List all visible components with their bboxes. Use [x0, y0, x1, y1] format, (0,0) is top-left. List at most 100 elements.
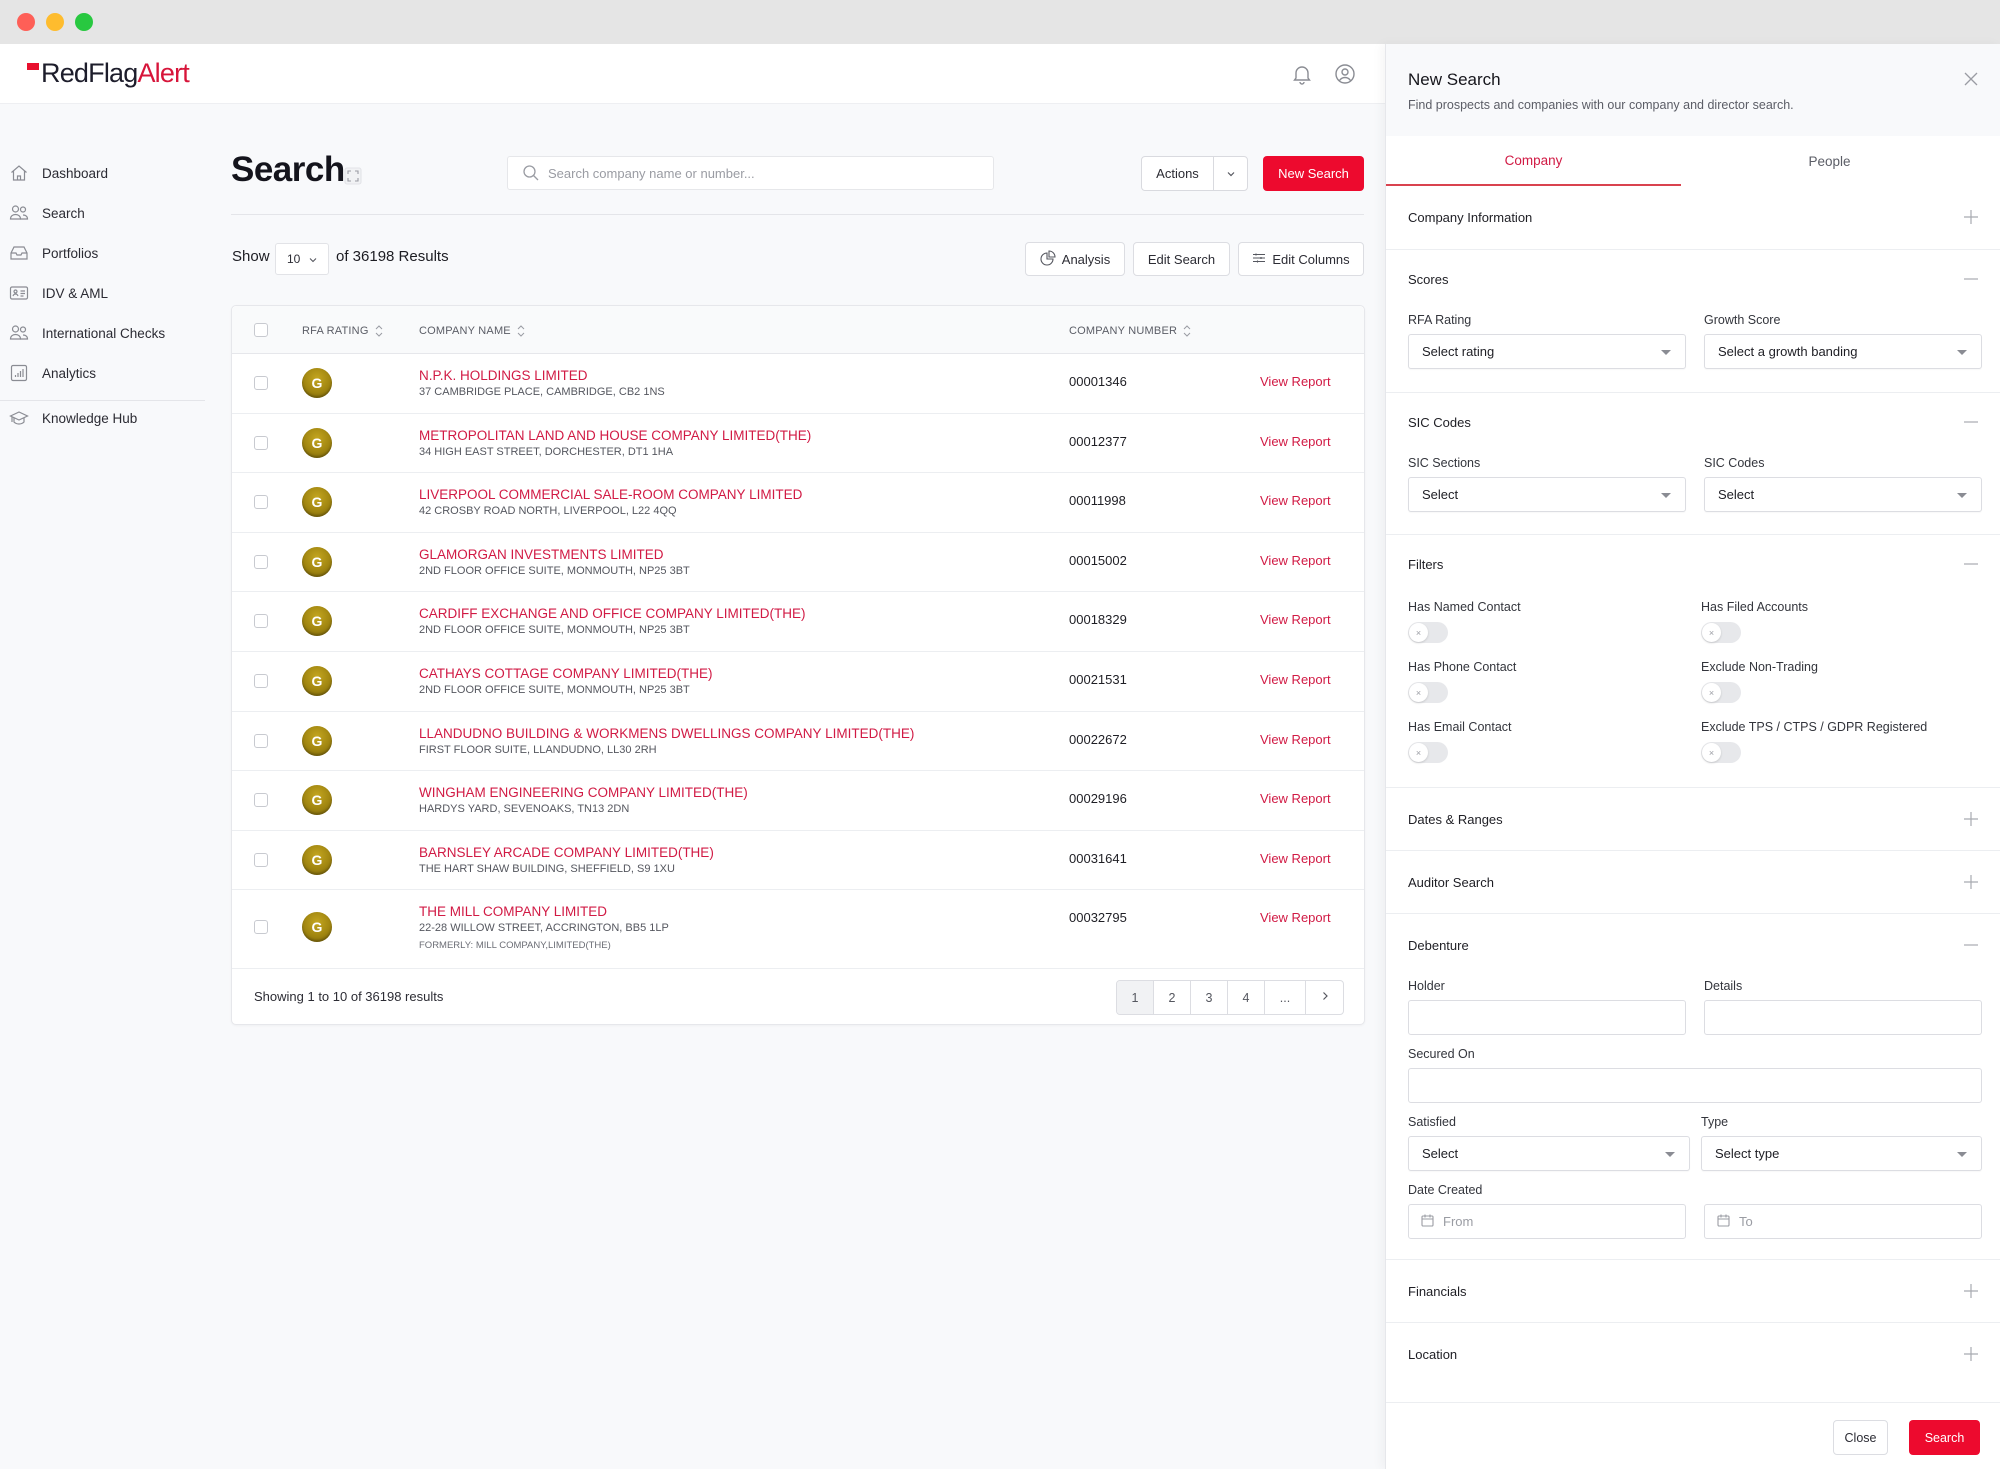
- company-search-input[interactable]: [548, 165, 968, 181]
- logo[interactable]: RedFlag Alert: [27, 58, 190, 89]
- view-report-link[interactable]: View Report: [1260, 851, 1331, 866]
- plus-icon[interactable]: [1964, 1347, 1978, 1361]
- sic-codes-select[interactable]: Select: [1704, 477, 1982, 512]
- satisfied-select[interactable]: Select: [1408, 1136, 1690, 1171]
- date-from-input[interactable]: From: [1408, 1204, 1686, 1239]
- row-checkbox[interactable]: [254, 376, 268, 390]
- company-name-link[interactable]: GLAMORGAN INVESTMENTS LIMITED: [419, 547, 664, 562]
- column-header-rating[interactable]: RFA RATING: [302, 323, 384, 339]
- rfa-rating-select[interactable]: Select rating: [1408, 334, 1686, 369]
- company-name-link[interactable]: N.P.K. HOLDINGS LIMITED: [419, 368, 588, 383]
- page-ellipsis[interactable]: ...: [1265, 981, 1306, 1014]
- tab-people[interactable]: People: [1681, 136, 1978, 186]
- row-checkbox[interactable]: [254, 614, 268, 629]
- tab-company[interactable]: Company: [1386, 136, 1681, 186]
- plus-icon[interactable]: [1964, 1284, 1978, 1298]
- close-button[interactable]: Close: [1833, 1420, 1888, 1455]
- company-name-link[interactable]: CATHAYS COTTAGE COMPANY LIMITED(THE): [419, 666, 713, 681]
- company-name-link[interactable]: LLANDUDNO BUILDING & WORKMENS DWELLINGS …: [419, 726, 914, 741]
- section-auditor-search[interactable]: Auditor Search: [1386, 851, 2000, 914]
- window-maximize-button[interactable]: [75, 13, 93, 31]
- view-report-link[interactable]: View Report: [1260, 672, 1331, 687]
- minus-icon[interactable]: [1964, 272, 1978, 286]
- filter-toggle[interactable]: ×: [1408, 622, 1448, 643]
- column-header-name[interactable]: COMPANY NAME: [419, 323, 526, 339]
- company-name-link[interactable]: LIVERPOOL COMMERCIAL SALE-ROOM COMPANY L…: [419, 487, 802, 502]
- sidebar-item-international-checks[interactable]: International Checks: [0, 318, 205, 348]
- company-search-field[interactable]: [507, 156, 994, 190]
- date-to-input[interactable]: To: [1704, 1204, 1982, 1239]
- plus-icon[interactable]: [1964, 875, 1978, 889]
- view-report-link[interactable]: View Report: [1260, 434, 1331, 449]
- row-checkbox[interactable]: [254, 495, 268, 510]
- sidebar-item-idv-aml[interactable]: IDV & AML: [0, 278, 205, 308]
- sidebar-item-dashboard[interactable]: Dashboard: [0, 158, 205, 188]
- filter-toggle[interactable]: ×: [1701, 742, 1741, 763]
- new-search-button[interactable]: New Search: [1263, 156, 1364, 191]
- plus-icon[interactable]: [1964, 812, 1978, 826]
- search-button[interactable]: Search: [1909, 1420, 1980, 1455]
- filter-toggle[interactable]: ×: [1701, 622, 1741, 643]
- window-close-button[interactable]: [17, 13, 35, 31]
- view-report-link[interactable]: View Report: [1260, 910, 1331, 925]
- row-checkbox[interactable]: [254, 793, 268, 808]
- minus-icon[interactable]: [1964, 557, 1978, 571]
- section-dates-ranges[interactable]: Dates & Ranges: [1386, 788, 2000, 851]
- row-checkbox[interactable]: [254, 674, 268, 688]
- plus-icon[interactable]: [1964, 210, 1978, 224]
- view-report-link[interactable]: View Report: [1260, 493, 1331, 508]
- filter-toggle[interactable]: ×: [1408, 742, 1448, 763]
- view-report-link[interactable]: View Report: [1260, 612, 1331, 627]
- sidebar-item-knowledge-hub[interactable]: Knowledge Hub: [0, 403, 205, 433]
- page-button[interactable]: 2: [1154, 981, 1191, 1014]
- company-name-link[interactable]: CARDIFF EXCHANGE AND OFFICE COMPANY LIMI…: [419, 606, 806, 621]
- company-name-link[interactable]: WINGHAM ENGINEERING COMPANY LIMITED(THE): [419, 785, 748, 800]
- page-button[interactable]: 4: [1228, 981, 1265, 1014]
- page-size-select[interactable]: 10: [275, 243, 329, 275]
- sidebar-item-search[interactable]: Search: [0, 198, 205, 228]
- row-checkbox[interactable]: [254, 733, 268, 748]
- edit-search-button[interactable]: Edit Search: [1133, 242, 1230, 276]
- minus-icon[interactable]: [1964, 938, 1978, 952]
- section-financials[interactable]: Financials: [1386, 1260, 2000, 1323]
- sic-sections-select[interactable]: Select: [1408, 477, 1686, 512]
- company-name-link[interactable]: THE MILL COMPANY LIMITED: [419, 904, 607, 919]
- edit-columns-button[interactable]: Edit Columns: [1238, 242, 1364, 276]
- holder-input[interactable]: [1408, 1000, 1686, 1035]
- actions-dropdown[interactable]: Actions: [1141, 156, 1248, 191]
- company-name-link[interactable]: BARNSLEY ARCADE COMPANY LIMITED(THE): [419, 845, 714, 860]
- company-name-link[interactable]: METROPOLITAN LAND AND HOUSE COMPANY LIMI…: [419, 428, 811, 443]
- section-company-information[interactable]: Company Information: [1386, 186, 2000, 250]
- page-button[interactable]: 3: [1191, 981, 1228, 1014]
- row-checkbox[interactable]: [254, 852, 268, 867]
- type-select[interactable]: Select type: [1701, 1136, 1982, 1171]
- secured-on-input[interactable]: [1408, 1068, 1982, 1103]
- growth-score-select[interactable]: Select a growth banding: [1704, 334, 1982, 369]
- select-all-checkbox[interactable]: [254, 323, 268, 337]
- view-report-link[interactable]: View Report: [1260, 553, 1331, 568]
- filter-toggle[interactable]: ×: [1408, 682, 1448, 703]
- sidebar-item-analytics[interactable]: Analytics: [0, 358, 205, 388]
- section-location[interactable]: Location: [1386, 1323, 2000, 1403]
- view-report-link[interactable]: View Report: [1260, 791, 1331, 806]
- row-checkbox[interactable]: [254, 554, 268, 569]
- analysis-button[interactable]: Analysis: [1025, 242, 1125, 276]
- sidebar-item-portfolios[interactable]: Portfolios: [0, 238, 205, 268]
- chevron-down-icon[interactable]: [1214, 157, 1247, 190]
- row-checkbox[interactable]: [254, 435, 268, 450]
- expand-icon[interactable]: [344, 167, 362, 185]
- next-page-button[interactable]: [1306, 981, 1343, 1014]
- close-icon[interactable]: [1962, 70, 1980, 88]
- page-button[interactable]: 1: [1117, 981, 1154, 1014]
- view-report-link[interactable]: View Report: [1260, 374, 1331, 389]
- bell-icon[interactable]: [1290, 62, 1314, 86]
- filter-toggle[interactable]: ×: [1701, 682, 1741, 703]
- details-input[interactable]: [1704, 1000, 1982, 1035]
- window-minimize-button[interactable]: [46, 13, 64, 31]
- column-header-number[interactable]: COMPANY NUMBER: [1069, 323, 1192, 339]
- view-report-link[interactable]: View Report: [1260, 732, 1331, 747]
- row-checkbox[interactable]: [254, 920, 268, 935]
- minus-icon[interactable]: [1964, 415, 1978, 429]
- user-circle-icon[interactable]: [1333, 62, 1357, 86]
- actions-button[interactable]: Actions: [1142, 157, 1214, 190]
